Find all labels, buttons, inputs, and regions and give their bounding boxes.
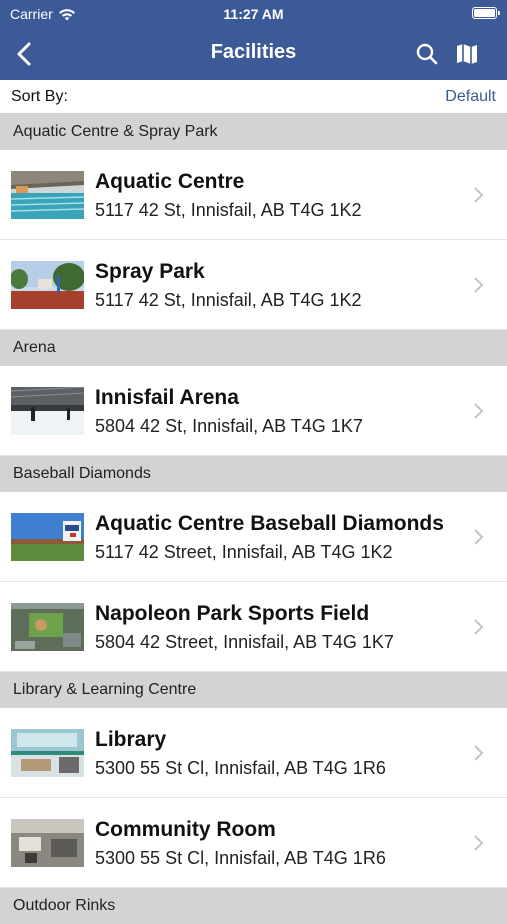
map-button[interactable] xyxy=(453,40,481,68)
facility-thumbnail xyxy=(11,387,84,435)
facility-address: 5117 42 St, Innisfail, AB T4G 1K2 xyxy=(95,200,362,220)
map-icon xyxy=(457,44,477,64)
facility-name: Aquatic Centre xyxy=(95,170,245,193)
chevron-right-icon xyxy=(474,403,484,419)
facility-address: 5117 42 St, Innisfail, AB T4G 1K2 xyxy=(95,290,362,310)
facility-address: 5117 42 Street, Innisfail, AB T4G 1K2 xyxy=(95,542,393,562)
facility-address: 5300 55 St Cl, Innisfail, AB T4G 1R6 xyxy=(95,758,386,778)
section-header: Aquatic Centre & Spray Park xyxy=(0,114,507,150)
section-header: Outdoor Rinks xyxy=(0,888,507,924)
facility-thumbnail xyxy=(11,603,84,651)
section-header: Arena xyxy=(0,330,507,366)
section-header: Library & Learning Centre xyxy=(0,672,507,708)
section-header: Baseball Diamonds xyxy=(0,456,507,492)
sort-label: Sort By: xyxy=(11,88,68,105)
search-button[interactable] xyxy=(413,40,441,68)
chevron-right-icon xyxy=(474,277,484,293)
chevron-right-icon xyxy=(474,835,484,851)
facility-name: Spray Park xyxy=(95,260,205,283)
status-bar: Carrier 11:27 AM xyxy=(0,0,507,28)
list-item[interactable]: Aquatic Centre Baseball Diamonds 5117 42… xyxy=(0,492,507,582)
search-icon xyxy=(416,43,438,65)
list-item[interactable]: Napoleon Park Sports Field 5804 42 Stree… xyxy=(0,582,507,672)
facility-thumbnail xyxy=(11,729,84,777)
facility-name: Napoleon Park Sports Field xyxy=(95,602,370,625)
list-item[interactable]: Spray Park 5117 42 St, Innisfail, AB T4G… xyxy=(0,240,507,330)
chevron-right-icon xyxy=(474,745,484,761)
list-item[interactable]: Library 5300 55 St Cl, Innisfail, AB T4G… xyxy=(0,708,507,798)
status-time: 11:27 AM xyxy=(223,6,284,22)
facility-thumbnail xyxy=(11,513,84,561)
battery-icon xyxy=(472,7,500,19)
facility-name: Innisfail Arena xyxy=(95,386,239,409)
facility-name: Aquatic Centre Baseball Diamonds xyxy=(95,512,444,535)
facility-name: Community Room xyxy=(95,818,276,841)
facility-name: Library xyxy=(95,728,167,751)
list-item[interactable]: Aquatic Centre 5117 42 St, Innisfail, AB… xyxy=(0,150,507,240)
facility-thumbnail xyxy=(11,261,84,309)
facility-address: 5804 42 St, Innisfail, AB T4G 1K7 xyxy=(95,416,363,436)
chevron-right-icon xyxy=(474,187,484,203)
facility-thumbnail xyxy=(11,819,84,867)
list-item[interactable]: Innisfail Arena 5804 42 St, Innisfail, A… xyxy=(0,366,507,456)
chevron-right-icon xyxy=(474,619,484,635)
facility-address: 5804 42 Street, Innisfail, AB T4G 1K7 xyxy=(95,632,394,652)
facility-address: 5300 55 St Cl, Innisfail, AB T4G 1R6 xyxy=(95,848,386,868)
facilities-list: Aquatic Centre & Spray Park Aquatic Cent… xyxy=(0,114,507,924)
navigation-bar: Facilities xyxy=(0,28,507,80)
chevron-right-icon xyxy=(474,529,484,545)
sort-value-button[interactable]: Default xyxy=(445,88,496,106)
sort-bar: Sort By: Default xyxy=(0,80,507,114)
facility-thumbnail xyxy=(11,171,84,219)
list-item[interactable]: Community Room 5300 55 St Cl, Innisfail,… xyxy=(0,798,507,888)
